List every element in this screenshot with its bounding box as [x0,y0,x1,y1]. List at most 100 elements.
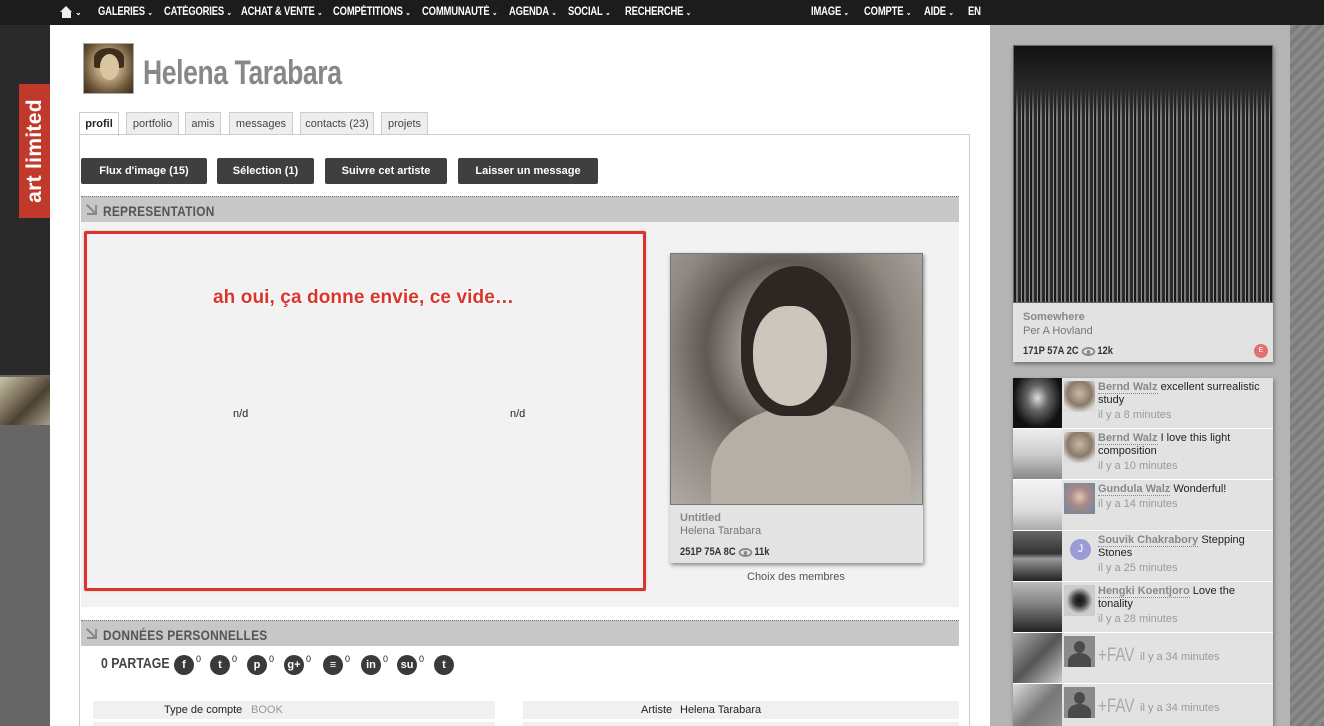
featured-author[interactable]: Per A Hovland [1023,325,1093,337]
feed-item[interactable]: Bernd Walz excellent surrealistic study … [1013,378,1273,429]
chevron-down-icon[interactable]: ⌄ [75,8,82,17]
eye-icon [739,547,753,557]
featured-image[interactable] [1013,45,1273,303]
home-icon[interactable] [60,6,73,18]
tumblr-icon[interactable]: t [434,655,454,675]
facebook-icon[interactable]: f [174,655,194,675]
feed-time: il y a 25 minutes [1098,562,1178,574]
nav-competitions[interactable]: COMPÉTITIONS ⌄ [333,6,411,18]
default-avatar-icon[interactable] [1064,687,1095,718]
feed-user[interactable]: Gundula Walz [1098,483,1171,496]
members-choice-label: Choix des membres [747,571,845,583]
nav-recherche[interactable]: RECHERCHE ⌄ [625,6,691,18]
feed-item[interactable]: Hengki Koentjoro Love the tonality il y … [1013,582,1273,633]
avatar[interactable] [1064,381,1095,412]
tab-projets[interactable]: projets [381,112,428,135]
representation-nd: n/d [510,408,526,420]
info-row [93,701,495,719]
selection-button[interactable]: Sélection (1) [217,158,314,184]
representation-nd: n/d [233,408,249,420]
share-counter: 0 [345,654,351,664]
follow-artist-button[interactable]: Suivre cet artiste [325,158,447,184]
feed-user[interactable]: Souvik Chakrabory [1098,534,1199,547]
profile-name: Helena Tarabara [143,54,342,92]
feed-item[interactable]: Bernd Walz I love this light composition… [1013,429,1273,480]
photo-title[interactable]: Untitled [680,512,721,524]
leave-message-button[interactable]: Laisser un message [458,158,598,184]
nav-categories[interactable]: CATÉGORIES ⌄ [164,6,232,18]
feed-time: il y a 34 minutes [1140,651,1220,663]
avatar[interactable] [1064,483,1095,514]
annotation-highlight [84,231,646,591]
feed-thumbnail[interactable] [1013,684,1062,726]
activity-feed: Bernd Walz excellent surrealistic study … [1013,378,1273,726]
googleplus-icon[interactable]: g+ [284,655,304,675]
photo-author[interactable]: Helena Tarabara [680,525,761,537]
avatar[interactable] [83,43,134,94]
linkedin-icon[interactable]: in [361,655,381,675]
feed-thumbnail[interactable] [1013,633,1062,683]
feed-time: il y a 34 minutes [1140,702,1220,714]
nav-communaute[interactable]: COMMUNAUTÉ ⌄ [422,6,497,18]
feed-user[interactable]: Hengki Koentjoro [1098,585,1190,598]
photo-card[interactable]: Untitled Helena Tarabara 251P 75A 8C 11k [670,253,923,563]
feed-user[interactable]: Bernd Walz [1098,432,1158,445]
account-type-label: Type de compte [164,704,243,716]
pinterest-icon[interactable]: p [247,655,267,675]
fav-label: +FAV [1098,645,1135,666]
feed-item[interactable]: +FAV il y a 34 minutes [1013,633,1273,684]
twitter-icon[interactable]: t [210,655,230,675]
nav-social[interactable]: SOCIAL ⌄ [568,6,611,18]
featured-title[interactable]: Somewhere [1023,311,1085,323]
avatar[interactable] [1064,585,1095,616]
main-content: Helena Tarabara profil portfolio amis me… [50,25,990,726]
account-type-value: BOOK [251,704,283,716]
feed-item[interactable]: J Souvik Chakrabory Stepping Stones il y… [1013,531,1273,582]
image-stream-button[interactable]: Flux d'image (15) [81,158,207,184]
buffer-icon[interactable]: ≡ [323,655,343,675]
nav-aide[interactable]: AIDE ⌄ [924,6,954,18]
feed-thumbnail[interactable] [1013,429,1062,479]
photo-stats: 251P 75A 8C 11k [680,546,770,558]
photo-image[interactable] [670,253,923,505]
side-thumbnail[interactable] [0,377,50,425]
featured-stats: 171P 57A 2C 12k [1023,345,1113,357]
nav-image[interactable]: IMAGE ⌄ [811,6,849,18]
avatar[interactable] [1064,432,1095,463]
feed-time: il y a 8 minutes [1098,409,1172,421]
eye-icon [1082,346,1096,356]
tab-contacts[interactable]: contacts (23) [300,112,374,135]
feed-time: il y a 14 minutes [1098,498,1178,510]
share-counter: 0 [269,654,275,664]
arrow-icon [87,205,97,215]
share-counter: 0 [196,654,202,664]
feed-thumbnail[interactable] [1013,378,1062,428]
brand-logo[interactable]: art limited [19,84,50,218]
nav-galeries[interactable]: GALERIES ⌄ [98,6,153,18]
feed-item[interactable]: +FAV il y a 34 minutes [1013,684,1273,726]
feed-item[interactable]: Gundula Walz Wonderful! il y a 14 minute… [1013,480,1273,531]
feed-thumbnail[interactable] [1013,531,1062,581]
annotation-text: ah oui, ça donne envie, ce vide… [213,287,514,308]
nav-agenda[interactable]: AGENDA ⌄ [509,6,557,18]
tab-amis[interactable]: amis [185,112,221,135]
stumbleupon-icon[interactable]: su [397,655,417,675]
avatar[interactable]: J [1070,539,1091,560]
feed-user[interactable]: Bernd Walz [1098,381,1158,394]
share-counter: 0 [306,654,312,664]
top-navigation: ⌄ GALERIES ⌄ CATÉGORIES ⌄ ACHAT & VENTE ⌄ C… [0,0,1324,25]
tab-messages[interactable]: messages [229,112,293,135]
feed-thumbnail[interactable] [1013,582,1062,632]
tab-profil[interactable]: profil [79,112,119,136]
default-avatar-icon[interactable] [1064,636,1095,667]
feed-time: il y a 10 minutes [1098,460,1178,472]
featured-photo-card[interactable]: Somewhere Per A Hovland 171P 57A 2C 12k E [1013,45,1273,362]
tab-portfolio[interactable]: portfolio [126,112,179,135]
feed-thumbnail[interactable] [1013,480,1062,530]
share-counter: 0 [383,654,389,664]
nav-achat-vente[interactable]: ACHAT & VENTE ⌄ [241,6,323,18]
share-counter: 0 [419,654,425,664]
share-counter: 0 [232,654,238,664]
nav-compte[interactable]: COMPTE ⌄ [864,6,911,18]
nav-language-en[interactable]: EN [968,6,981,18]
